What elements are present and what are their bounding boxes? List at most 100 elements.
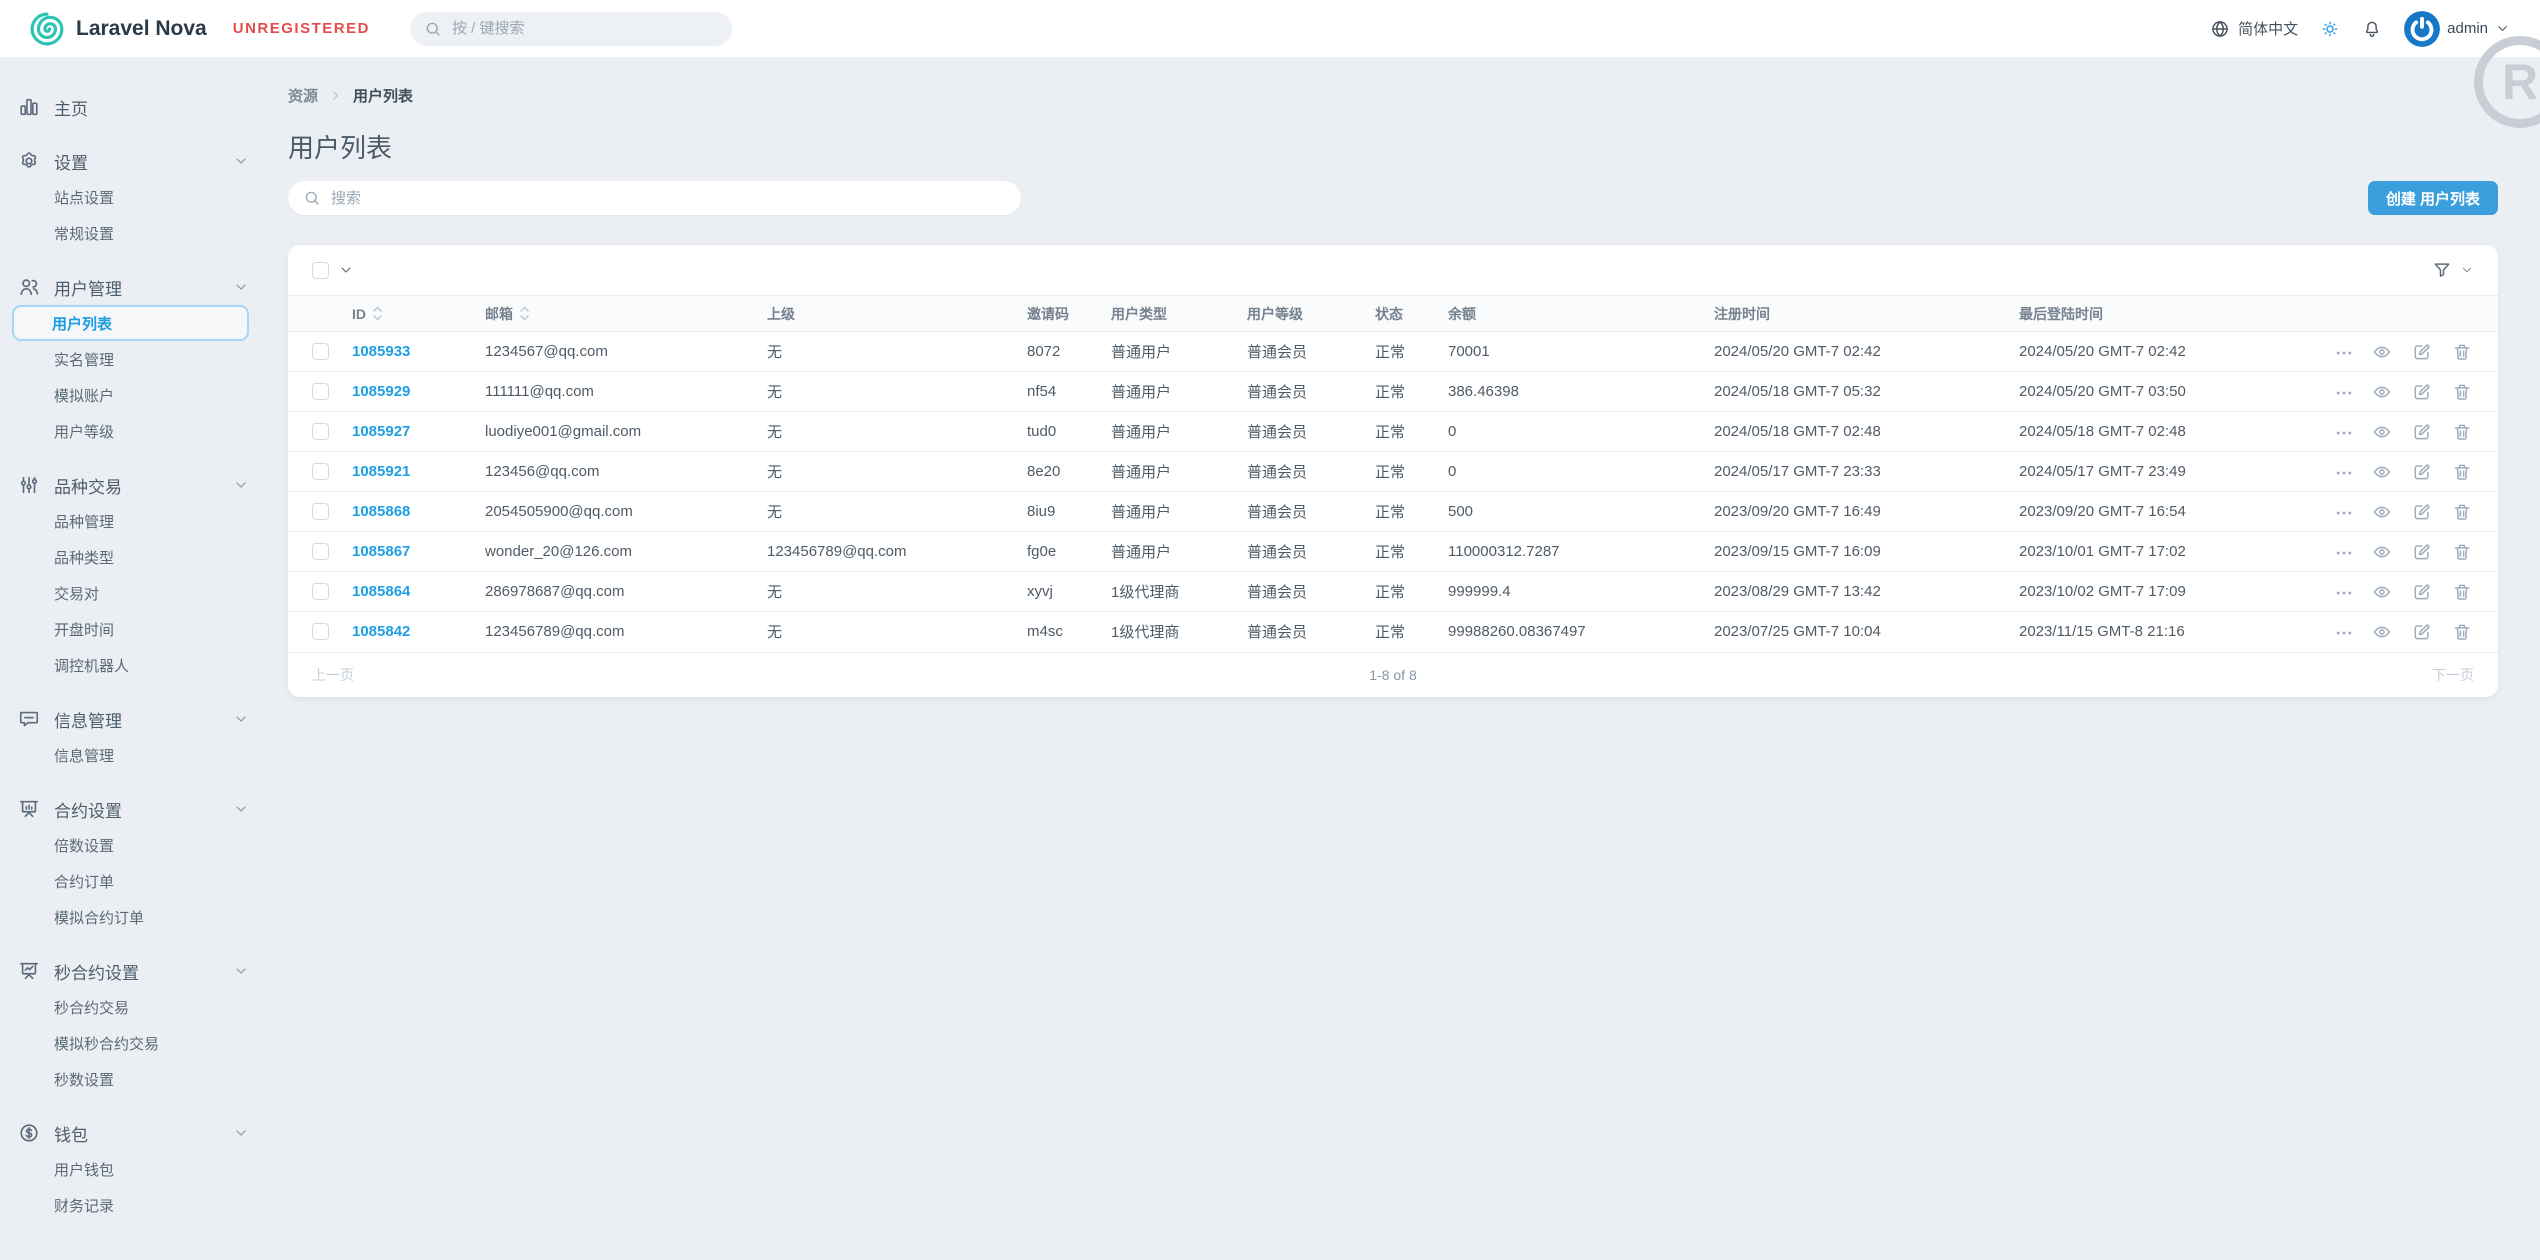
cell-parent: 无 — [767, 611, 1027, 652]
sidebar-section[interactable]: 设置 — [18, 143, 249, 179]
row-id-link[interactable]: 1085921 — [352, 463, 410, 480]
edit-icon[interactable] — [2412, 382, 2432, 402]
sidebar-item[interactable]: 模拟账户 — [18, 377, 249, 413]
more-actions-icon[interactable] — [2334, 543, 2352, 561]
edit-icon[interactable] — [2412, 582, 2432, 602]
view-eye-icon[interactable] — [2372, 422, 2392, 442]
view-eye-icon[interactable] — [2372, 342, 2392, 362]
select-all-chevron-icon[interactable] — [338, 262, 354, 278]
sort-icon[interactable] — [519, 305, 530, 322]
row-id-link[interactable]: 1085864 — [352, 583, 410, 600]
sidebar-item[interactable]: 秒合约交易 — [18, 989, 249, 1025]
row-id-link[interactable]: 1085933 — [352, 343, 410, 360]
more-actions-icon[interactable] — [2334, 343, 2352, 361]
sidebar-item[interactable]: 模拟秒合约交易 — [18, 1025, 249, 1061]
delete-trash-icon[interactable] — [2452, 502, 2472, 522]
sidebar-item[interactable]: 合约订单 — [18, 863, 249, 899]
create-resource-button[interactable]: 创建 用户列表 — [2367, 181, 2498, 215]
chevron-down-icon — [2495, 21, 2510, 36]
more-actions-icon[interactable] — [2334, 383, 2352, 401]
row-id-link[interactable]: 1085927 — [352, 423, 410, 440]
sidebar-section[interactable]: 信息管理 — [18, 701, 249, 737]
cell-user-type: 普通用户 — [1111, 411, 1247, 452]
sidebar-section[interactable]: 品种交易 — [18, 467, 249, 503]
edit-icon[interactable] — [2412, 542, 2432, 562]
edit-icon[interactable] — [2412, 622, 2432, 642]
view-eye-icon[interactable] — [2372, 382, 2392, 402]
sidebar-item[interactable]: 常规设置 — [18, 215, 249, 251]
sidebar-section[interactable]: 钱包 — [18, 1115, 249, 1151]
row-id-link[interactable]: 1085868 — [352, 503, 410, 520]
theme-toggle-sun-icon[interactable] — [2320, 19, 2340, 39]
breadcrumb-resources-link[interactable]: 资源 — [288, 85, 318, 106]
column-header[interactable]: 邮箱 — [485, 295, 767, 332]
row-checkbox[interactable] — [312, 463, 329, 480]
sidebar-item[interactable]: 秒数设置 — [18, 1061, 249, 1097]
row-id-link[interactable]: 1085867 — [352, 543, 410, 560]
resource-search[interactable] — [288, 181, 1021, 215]
column-header[interactable]: ID — [352, 295, 485, 332]
delete-trash-icon[interactable] — [2452, 582, 2472, 602]
global-search[interactable] — [409, 11, 732, 46]
sidebar-item[interactable]: 品种类型 — [18, 539, 249, 575]
sidebar-section[interactable]: 合约设置 — [18, 791, 249, 827]
notifications-bell-icon[interactable] — [2362, 19, 2382, 39]
row-checkbox[interactable] — [312, 383, 329, 400]
view-eye-icon[interactable] — [2372, 542, 2392, 562]
cell-registered-at: 2024/05/18 GMT-7 02:48 — [1714, 411, 2019, 452]
sidebar-item[interactable]: 用户钱包 — [18, 1151, 249, 1187]
row-checkbox[interactable] — [312, 583, 329, 600]
edit-icon[interactable] — [2412, 422, 2432, 442]
delete-trash-icon[interactable] — [2452, 622, 2472, 642]
row-id-link[interactable]: 1085842 — [352, 623, 410, 640]
row-id-link[interactable]: 1085929 — [352, 383, 410, 400]
row-checkbox[interactable] — [312, 623, 329, 641]
edit-icon[interactable] — [2412, 502, 2432, 522]
more-actions-icon[interactable] — [2334, 503, 2352, 521]
row-checkbox[interactable] — [312, 343, 329, 360]
sidebar-item[interactable]: 站点设置 — [18, 179, 249, 215]
more-actions-icon[interactable] — [2334, 623, 2352, 641]
sort-icon[interactable] — [372, 305, 383, 322]
more-actions-icon[interactable] — [2334, 423, 2352, 441]
sidebar-item[interactable]: 模拟合约订单 — [18, 899, 249, 935]
global-search-input[interactable] — [451, 20, 718, 37]
language-switcher[interactable]: 简体中文 — [2210, 18, 2298, 39]
delete-trash-icon[interactable] — [2452, 382, 2472, 402]
delete-trash-icon[interactable] — [2452, 342, 2472, 362]
edit-icon[interactable] — [2412, 462, 2432, 482]
view-eye-icon[interactable] — [2372, 502, 2392, 522]
sidebar-item[interactable]: 信息管理 — [18, 737, 249, 773]
sidebar-item[interactable]: 调控机器人 — [18, 647, 249, 683]
sidebar-item[interactable]: 倍数设置 — [18, 827, 249, 863]
sidebar-item[interactable]: 财务记录 — [18, 1187, 249, 1223]
next-page-button[interactable]: 下一页 — [2432, 665, 2474, 685]
select-all-checkbox[interactable] — [312, 261, 329, 279]
sidebar-item[interactable]: 实名管理 — [18, 341, 249, 377]
edit-icon[interactable] — [2412, 342, 2432, 362]
more-actions-icon[interactable] — [2334, 463, 2352, 481]
delete-trash-icon[interactable] — [2452, 462, 2472, 482]
filter-dropdown[interactable] — [2432, 260, 2474, 280]
delete-trash-icon[interactable] — [2452, 422, 2472, 442]
delete-trash-icon[interactable] — [2452, 542, 2472, 562]
sidebar-item-active[interactable]: 用户列表 — [12, 305, 249, 341]
view-eye-icon[interactable] — [2372, 582, 2392, 602]
sidebar-section[interactable]: 主页 — [18, 89, 249, 125]
sidebar-section[interactable]: 秒合约设置 — [18, 953, 249, 989]
row-checkbox[interactable] — [312, 503, 329, 520]
row-checkbox[interactable] — [312, 543, 329, 560]
sidebar-item[interactable]: 用户等级 — [18, 413, 249, 449]
more-actions-icon[interactable] — [2334, 583, 2352, 601]
resource-search-input[interactable] — [331, 189, 1006, 207]
row-checkbox[interactable] — [312, 423, 329, 440]
sidebar-item[interactable]: 开盘时间 — [18, 611, 249, 647]
sidebar-item[interactable]: 交易对 — [18, 575, 249, 611]
sidebar-item[interactable]: 品种管理 — [18, 503, 249, 539]
view-eye-icon[interactable] — [2372, 622, 2392, 642]
prev-page-button[interactable]: 上一页 — [312, 665, 354, 685]
user-menu[interactable]: admin — [2404, 10, 2510, 47]
brand[interactable]: Laravel Nova — [30, 12, 207, 46]
view-eye-icon[interactable] — [2372, 462, 2392, 482]
sidebar-section[interactable]: 用户管理 — [18, 269, 249, 305]
